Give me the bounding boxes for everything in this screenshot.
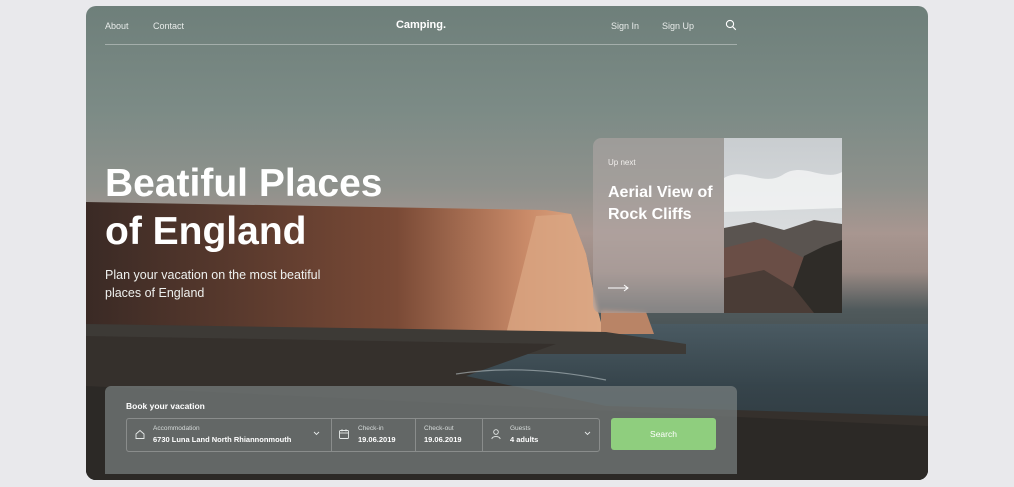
- accommodation-field[interactable]: Accommodation 6730 Luna Land North Rhian…: [127, 419, 331, 451]
- check-out-label: Check-out: [424, 425, 454, 432]
- check-in-value: 19.06.2019: [358, 435, 396, 444]
- user-icon: [491, 429, 501, 440]
- guests-value: 4 adults: [510, 435, 539, 444]
- hero-title: Beatiful Places of England: [105, 160, 485, 256]
- check-out-value: 19.06.2019: [424, 435, 462, 444]
- home-icon: [135, 429, 145, 439]
- search-button[interactable]: Search: [611, 418, 716, 450]
- nav-sign-up-link[interactable]: Sign Up: [662, 21, 694, 31]
- hero-subtitle: Plan your vacation on the most beatiful …: [105, 268, 321, 300]
- calendar-icon: [339, 429, 349, 439]
- chevron-down-icon: [584, 431, 591, 436]
- search-icon[interactable]: [725, 19, 737, 31]
- arrow-right-icon[interactable]: [608, 284, 630, 292]
- hero-title-line2: of England: [105, 210, 307, 253]
- guests-label: Guests: [510, 425, 531, 432]
- check-in-label: Check-in: [358, 425, 384, 432]
- chevron-down-icon: [313, 431, 320, 436]
- up-next-card[interactable]: Up next Aerial View of Rock Cliffs: [593, 138, 842, 313]
- up-next-kicker: Up next: [608, 158, 636, 167]
- check-out-field[interactable]: Check-out 19.06.2019: [415, 419, 483, 451]
- up-next-image: [724, 138, 842, 313]
- booking-fields: Accommodation 6730 Luna Land North Rhian…: [126, 418, 600, 452]
- accommodation-value: 6730 Luna Land North Rhiannonmouth: [153, 435, 292, 444]
- brand-logo[interactable]: Camping.: [105, 19, 737, 31]
- up-next-info: Up next Aerial View of Rock Cliffs: [593, 138, 724, 313]
- check-in-field[interactable]: Check-in 19.06.2019: [331, 419, 416, 451]
- booking-title: Book your vacation: [126, 401, 205, 411]
- top-nav: About Contact Camping. Sign In Sign Up: [105, 18, 737, 44]
- nav-sign-in-link[interactable]: Sign In: [611, 21, 639, 31]
- booking-panel: Book your vacation Accommodation 6730 Lu…: [105, 386, 737, 474]
- accommodation-label: Accommodation: [153, 425, 200, 432]
- hero-title-line1: Beatiful Places: [105, 162, 383, 205]
- guests-field[interactable]: Guests 4 adults: [482, 419, 600, 451]
- up-next-title: Aerial View of Rock Cliffs: [608, 184, 713, 223]
- nav-divider: [105, 44, 737, 45]
